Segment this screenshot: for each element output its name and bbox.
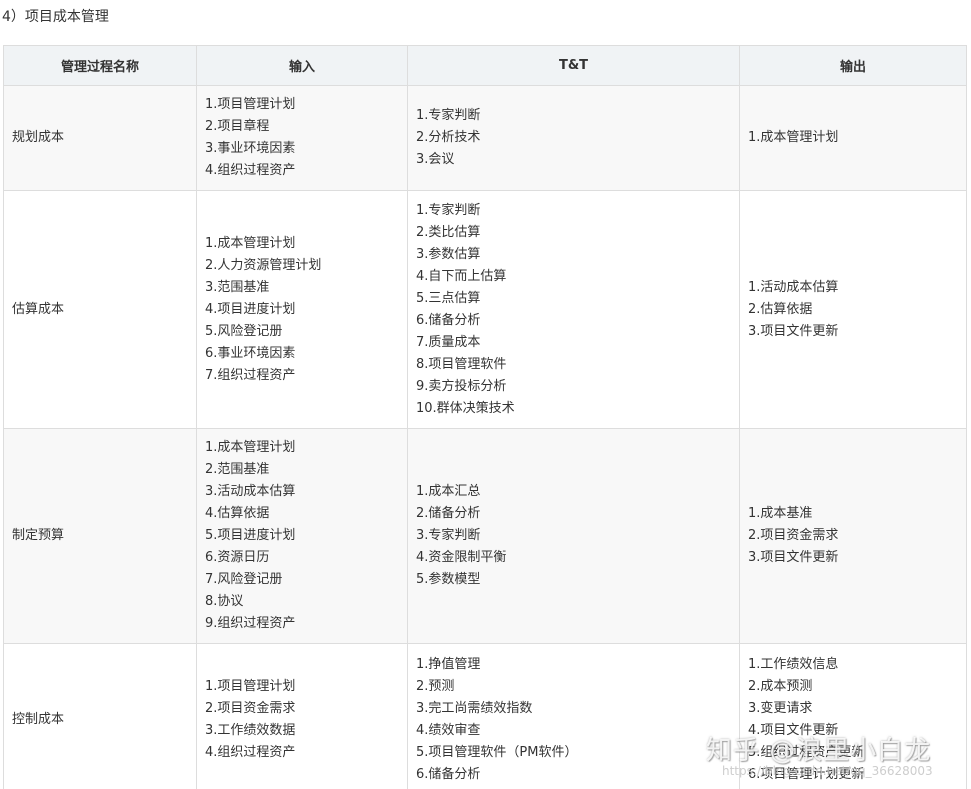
outputs-list: 1.成本基准 2.项目资金需求 3.项目文件更新	[748, 503, 958, 569]
list-item: 1.活动成本估算	[748, 279, 839, 295]
process-name-cell: 控制成本	[3, 643, 197, 789]
list-item: 2.储备分析	[416, 506, 481, 521]
outputs-cell: 1.成本管理计划	[739, 85, 967, 191]
outputs-cell: 1.成本基准 2.项目资金需求 3.项目文件更新	[739, 428, 967, 644]
list-item: 1.专家判断	[416, 202, 481, 218]
list-item: 1.成本管理计划	[748, 130, 839, 145]
list-item: 3.专家判断	[416, 528, 481, 543]
list-item: 6.事业环境因素	[205, 345, 296, 361]
list-item: 6.资源日历	[205, 550, 270, 565]
list-item: 5.参数模型	[416, 572, 481, 587]
table-row: 估算成本 1.成本管理计划 2.人力资源管理计划 3.范围基准 4.项目进度计划 5.风险…	[3, 190, 967, 429]
list-item: 3.变更请求	[748, 701, 813, 716]
list-item: 5.三点估算	[416, 290, 481, 306]
list-item: 4.估算依据	[205, 506, 270, 521]
list-item: 1.成本管理计划	[205, 235, 296, 251]
tools-list: 1.专家判断 2.类比估算 3.参数估算 4.自下而上估算 5.三点估算 6.储备分析 7.…	[416, 200, 731, 420]
table-header-row: 管理过程名称 输入 T&T 输出	[3, 45, 967, 86]
tools-cell: 1.专家判断 2.分析技术 3.会议	[407, 85, 740, 191]
list-item: 7.组织过程资产	[205, 367, 296, 383]
list-item: 4.项目进度计划	[205, 301, 296, 317]
list-item: 1.工作绩效信息	[748, 657, 839, 672]
list-item: 2.范围基准	[205, 462, 270, 477]
list-item: 7.质量成本	[416, 334, 481, 350]
table-row: 规划成本 1.项目管理计划 2.项目章程 3.事业环境因素 4.组织过程资产 1.专家判断…	[3, 85, 967, 191]
list-item: 8.项目管理软件	[416, 356, 507, 372]
process-name-cell: 估算成本	[3, 190, 197, 429]
list-item: 1.成本管理计划	[205, 440, 296, 455]
list-item: 2.成本预测	[748, 679, 813, 694]
list-item: 9.组织过程资产	[205, 616, 296, 631]
process-name-cell: 规划成本	[3, 85, 197, 191]
section-title: 4）项目成本管理	[2, 9, 109, 25]
list-item: 1.项目管理计划	[205, 679, 296, 694]
watermark: 知乎 @浪里小白龙	[706, 736, 932, 766]
list-item: 9.卖方投标分析	[416, 378, 507, 394]
list-item: 4.资金限制平衡	[416, 550, 507, 565]
header-process-name: 管理过程名称	[3, 45, 197, 86]
header-tools-techniques: T&T	[407, 45, 740, 86]
tools-cell: 1.专家判断 2.类比估算 3.参数估算 4.自下而上估算 5.三点估算 6.储备分析 7.…	[407, 190, 740, 429]
list-item: 10.群体决策技术	[416, 400, 515, 416]
list-item: 4.组织过程资产	[205, 745, 296, 760]
list-item: 1.成本汇总	[416, 484, 481, 499]
inputs-list: 1.项目管理计划 2.项目资金需求 3.工作绩效数据 4.组织过程资产	[205, 676, 399, 764]
list-item: 3.活动成本估算	[205, 484, 296, 499]
tools-cell: 1.成本汇总 2.储备分析 3.专家判断 4.资金限制平衡 5.参数模型	[407, 428, 740, 644]
watermark-url: https://blog.csdn.net/qq_36628003	[722, 764, 933, 778]
list-item: 6.储备分析	[416, 767, 481, 782]
outputs-list: 1.活动成本估算 2.估算依据 3.项目文件更新	[748, 277, 958, 343]
list-item: 2.项目资金需求	[205, 701, 296, 716]
list-item: 4.自下而上估算	[416, 268, 507, 284]
list-item: 3.工作绩效数据	[205, 723, 296, 738]
list-item: 2.预测	[416, 679, 455, 694]
list-item: 8.协议	[205, 594, 244, 609]
tools-list: 1.专家判断 2.分析技术 3.会议	[416, 105, 731, 171]
list-item: 2.项目章程	[205, 119, 270, 134]
list-item: 2.人力资源管理计划	[205, 257, 322, 273]
list-item: 2.估算依据	[748, 301, 813, 317]
list-item: 5.项目管理软件（PM软件）	[416, 745, 578, 760]
list-item: 3.项目文件更新	[748, 550, 839, 565]
list-item: 4.绩效审查	[416, 723, 481, 738]
process-name-cell: 制定预算	[3, 428, 197, 644]
inputs-cell: 1.项目管理计划 2.项目资金需求 3.工作绩效数据 4.组织过程资产	[196, 643, 408, 789]
list-item: 3.会议	[416, 152, 455, 167]
tools-list: 1.成本汇总 2.储备分析 3.专家判断 4.资金限制平衡 5.参数模型	[416, 481, 731, 591]
inputs-list: 1.项目管理计划 2.项目章程 3.事业环境因素 4.组织过程资产	[205, 94, 399, 182]
inputs-list: 1.成本管理计划 2.人力资源管理计划 3.范围基准 4.项目进度计划 5.风险登记册 6…	[205, 233, 399, 387]
list-item: 1.成本基准	[748, 506, 813, 521]
list-item: 5.项目进度计划	[205, 528, 296, 543]
table-row: 制定预算 1.成本管理计划 2.范围基准 3.活动成本估算 4.估算依据 5.项目进度计划…	[3, 428, 967, 644]
list-item: 3.参数估算	[416, 246, 481, 262]
outputs-cell: 1.活动成本估算 2.估算依据 3.项目文件更新	[739, 190, 967, 429]
list-item: 3.项目文件更新	[748, 323, 839, 339]
outputs-list: 1.成本管理计划	[748, 127, 958, 149]
list-item: 7.风险登记册	[205, 572, 283, 587]
list-item: 4.组织过程资产	[205, 163, 296, 178]
list-item: 2.类比估算	[416, 224, 481, 240]
list-item: 1.挣值管理	[416, 657, 481, 672]
header-inputs: 输入	[196, 45, 408, 86]
inputs-cell: 1.成本管理计划 2.范围基准 3.活动成本估算 4.估算依据 5.项目进度计划 6.资源…	[196, 428, 408, 644]
list-item: 6.储备分析	[416, 312, 481, 328]
cost-management-table: 管理过程名称 输入 T&T 输出 规划成本 1.项目管理计划 2.项目章程 3.事业环…	[3, 45, 967, 789]
inputs-cell: 1.成本管理计划 2.人力资源管理计划 3.范围基准 4.项目进度计划 5.风险登记册 6…	[196, 190, 408, 429]
list-item: 3.事业环境因素	[205, 141, 296, 156]
list-item: 2.项目资金需求	[748, 528, 839, 543]
list-item: 2.分析技术	[416, 130, 481, 145]
list-item: 1.项目管理计划	[205, 97, 296, 112]
inputs-list: 1.成本管理计划 2.范围基准 3.活动成本估算 4.估算依据 5.项目进度计划 6.资源…	[205, 437, 399, 635]
tools-list: 1.挣值管理 2.预测 3.完工尚需绩效指数 4.绩效审查 5.项目管理软件（PM软件）…	[416, 654, 731, 786]
inputs-cell: 1.项目管理计划 2.项目章程 3.事业环境因素 4.组织过程资产	[196, 85, 408, 191]
list-item: 1.专家判断	[416, 108, 481, 123]
list-item: 5.风险登记册	[205, 323, 283, 339]
list-item: 3.完工尚需绩效指数	[416, 701, 533, 716]
list-item: 3.范围基准	[205, 279, 270, 295]
header-outputs: 输出	[739, 45, 967, 86]
tools-cell: 1.挣值管理 2.预测 3.完工尚需绩效指数 4.绩效审查 5.项目管理软件（PM软件）…	[407, 643, 740, 789]
